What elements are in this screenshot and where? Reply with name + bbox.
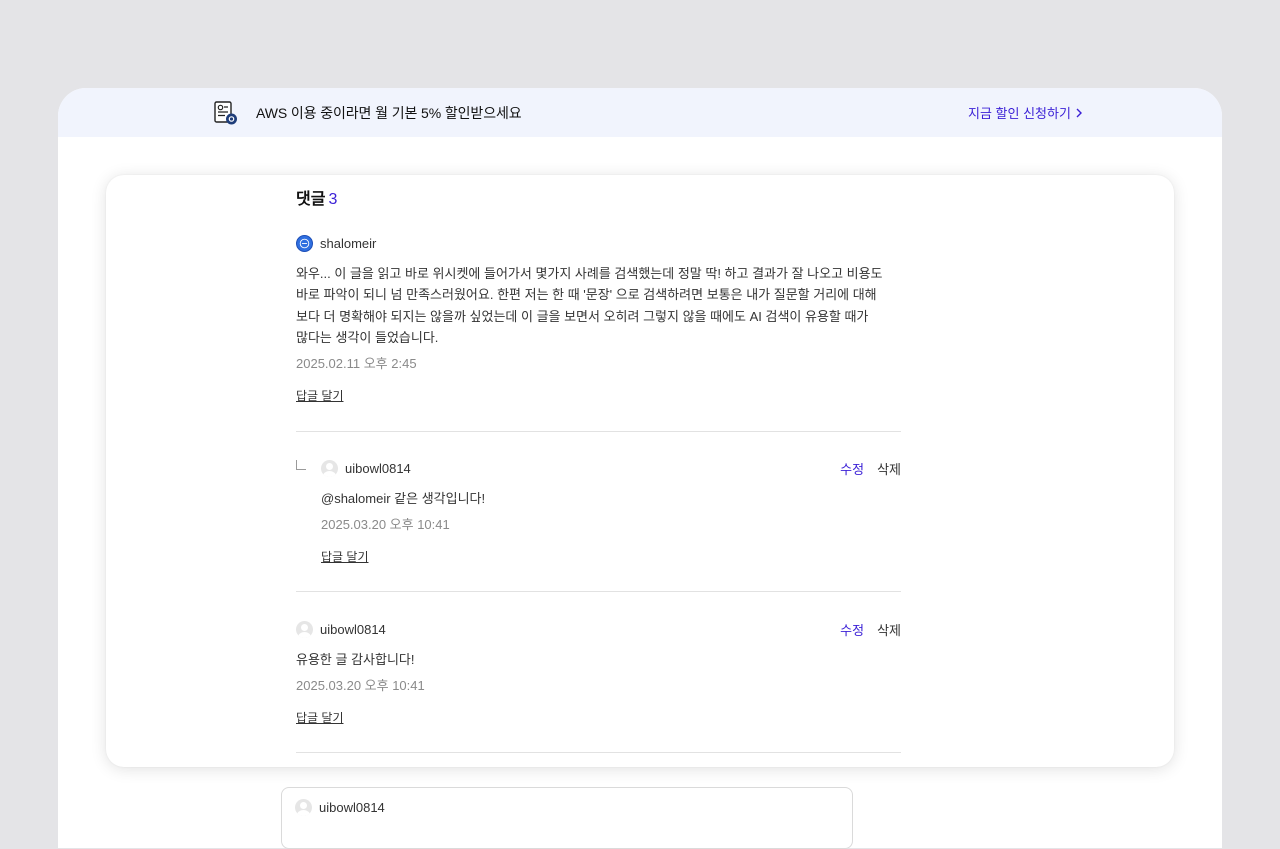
discount-apply-link[interactable]: 지금 할인 신청하기 (968, 103, 1083, 122)
coupon-document-icon (214, 101, 237, 125)
avatar (295, 799, 312, 816)
comment-text: @shalomeir 같은 생각입니다! (321, 491, 486, 506)
comment-text: 유용한 글 감사합니다! (296, 652, 415, 667)
comment-date: 2025.03.20 오후 10:41 (321, 517, 450, 533)
edit-button[interactable]: 수정 (840, 620, 864, 639)
input-author-name: uibowl0814 (319, 800, 385, 815)
banner-link-label: 지금 할인 신청하기 (968, 106, 1071, 121)
comment-date: 2025.03.20 오후 10:41 (296, 678, 425, 694)
reply-button[interactable]: 답글 달기 (296, 709, 344, 726)
comment-text: 와우... 이 글을 읽고 바로 위시켓에 들어가서 몇가지 사례를 검색했는데… (296, 266, 883, 345)
divider (296, 591, 901, 592)
comment-author[interactable]: uibowl0814 (320, 622, 386, 637)
reply-indent-icon (296, 460, 306, 470)
comment-input-author: uibowl0814 (295, 799, 385, 816)
promo-banner: AWS 이용 중이라면 월 기본 5% 할인받으세요 지금 할인 신청하기 (58, 88, 1222, 137)
divider (296, 752, 901, 753)
reply-button[interactable]: 답글 달기 (321, 548, 369, 565)
comments-heading-label: 댓글 (296, 191, 326, 208)
delete-button[interactable]: 삭제 (877, 459, 901, 478)
comments-heading: 댓글 3 (296, 185, 337, 209)
profile-badge-icon (299, 238, 310, 248)
banner-text: AWS 이용 중이라면 월 기본 5% 할인받으세요 (256, 105, 522, 121)
comment-author[interactable]: uibowl0814 (345, 461, 411, 476)
comment-reply-item: uibowl0814 수정 삭제 @shalomeir 같은 생각입니다! 20… (321, 458, 901, 566)
avatar (296, 620, 313, 638)
avatar (321, 459, 338, 477)
comment-date: 2025.02.11 오후 2:45 (296, 356, 417, 372)
comments-count: 3 (328, 191, 338, 208)
divider (296, 431, 901, 432)
comments-card: 댓글 3 shalomeir 와우... 이 글을 읽고 바로 위시켓에 들어가서… (106, 175, 1174, 767)
edit-button[interactable]: 수정 (840, 459, 864, 478)
comment-item: shalomeir 와우... 이 글을 읽고 바로 위시켓에 들어가서 몇가지… (296, 233, 901, 405)
reply-button[interactable]: 답글 달기 (296, 387, 344, 404)
delete-button[interactable]: 삭제 (877, 620, 901, 639)
comment-input-box[interactable]: uibowl0814 (281, 787, 853, 849)
comment-item: uibowl0814 수정 삭제 유용한 글 감사합니다! 2025.03.20… (296, 619, 901, 727)
comment-author[interactable]: shalomeir (320, 236, 376, 251)
chevron-right-icon (1076, 108, 1082, 117)
avatar (296, 234, 313, 252)
